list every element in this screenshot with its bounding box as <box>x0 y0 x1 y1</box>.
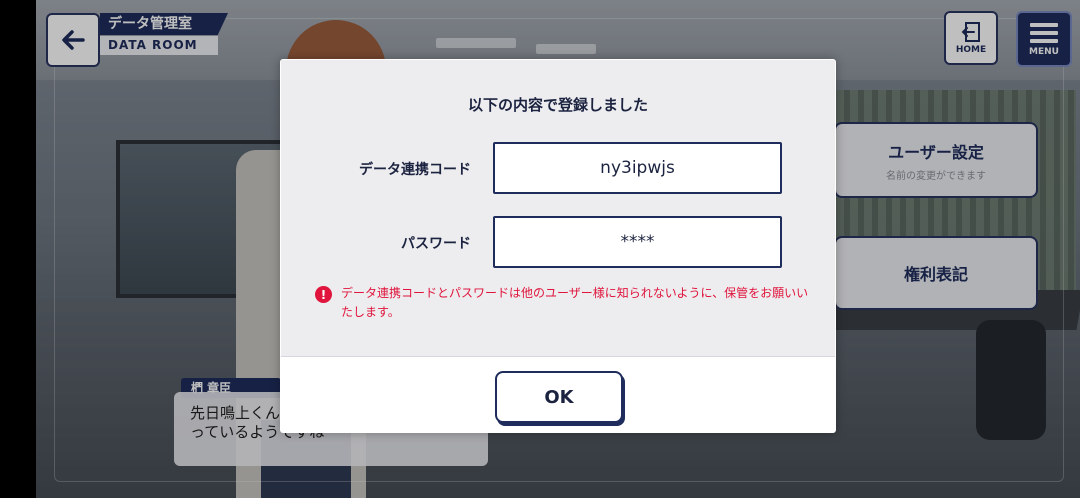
warning-text: データ連携コードとパスワードは他のユーザー様に知られないように、保管をお願いいた… <box>341 286 809 319</box>
code-label: データ連携コード <box>359 162 471 178</box>
password-value: **** <box>620 232 655 252</box>
password-label: パスワード <box>401 236 471 252</box>
modal-title: 以下の内容で登録しました <box>467 96 648 114</box>
password-value-field: **** <box>493 216 782 268</box>
ok-button[interactable]: OK <box>495 371 623 423</box>
modal-footer: OK <box>281 356 835 432</box>
code-value: ny3ipwjs <box>600 158 675 178</box>
registration-result-modal: 以下の内容で登録しました データ連携コード ny3ipwjs パスワード ***… <box>280 59 836 433</box>
code-value-field: ny3ipwjs <box>493 142 782 194</box>
ok-label: OK <box>544 386 574 408</box>
exclamation-icon: ! <box>315 286 332 303</box>
warning-message: ! データ連携コードとパスワードは他のユーザー様に知られないように、保管をお願い… <box>315 284 815 322</box>
